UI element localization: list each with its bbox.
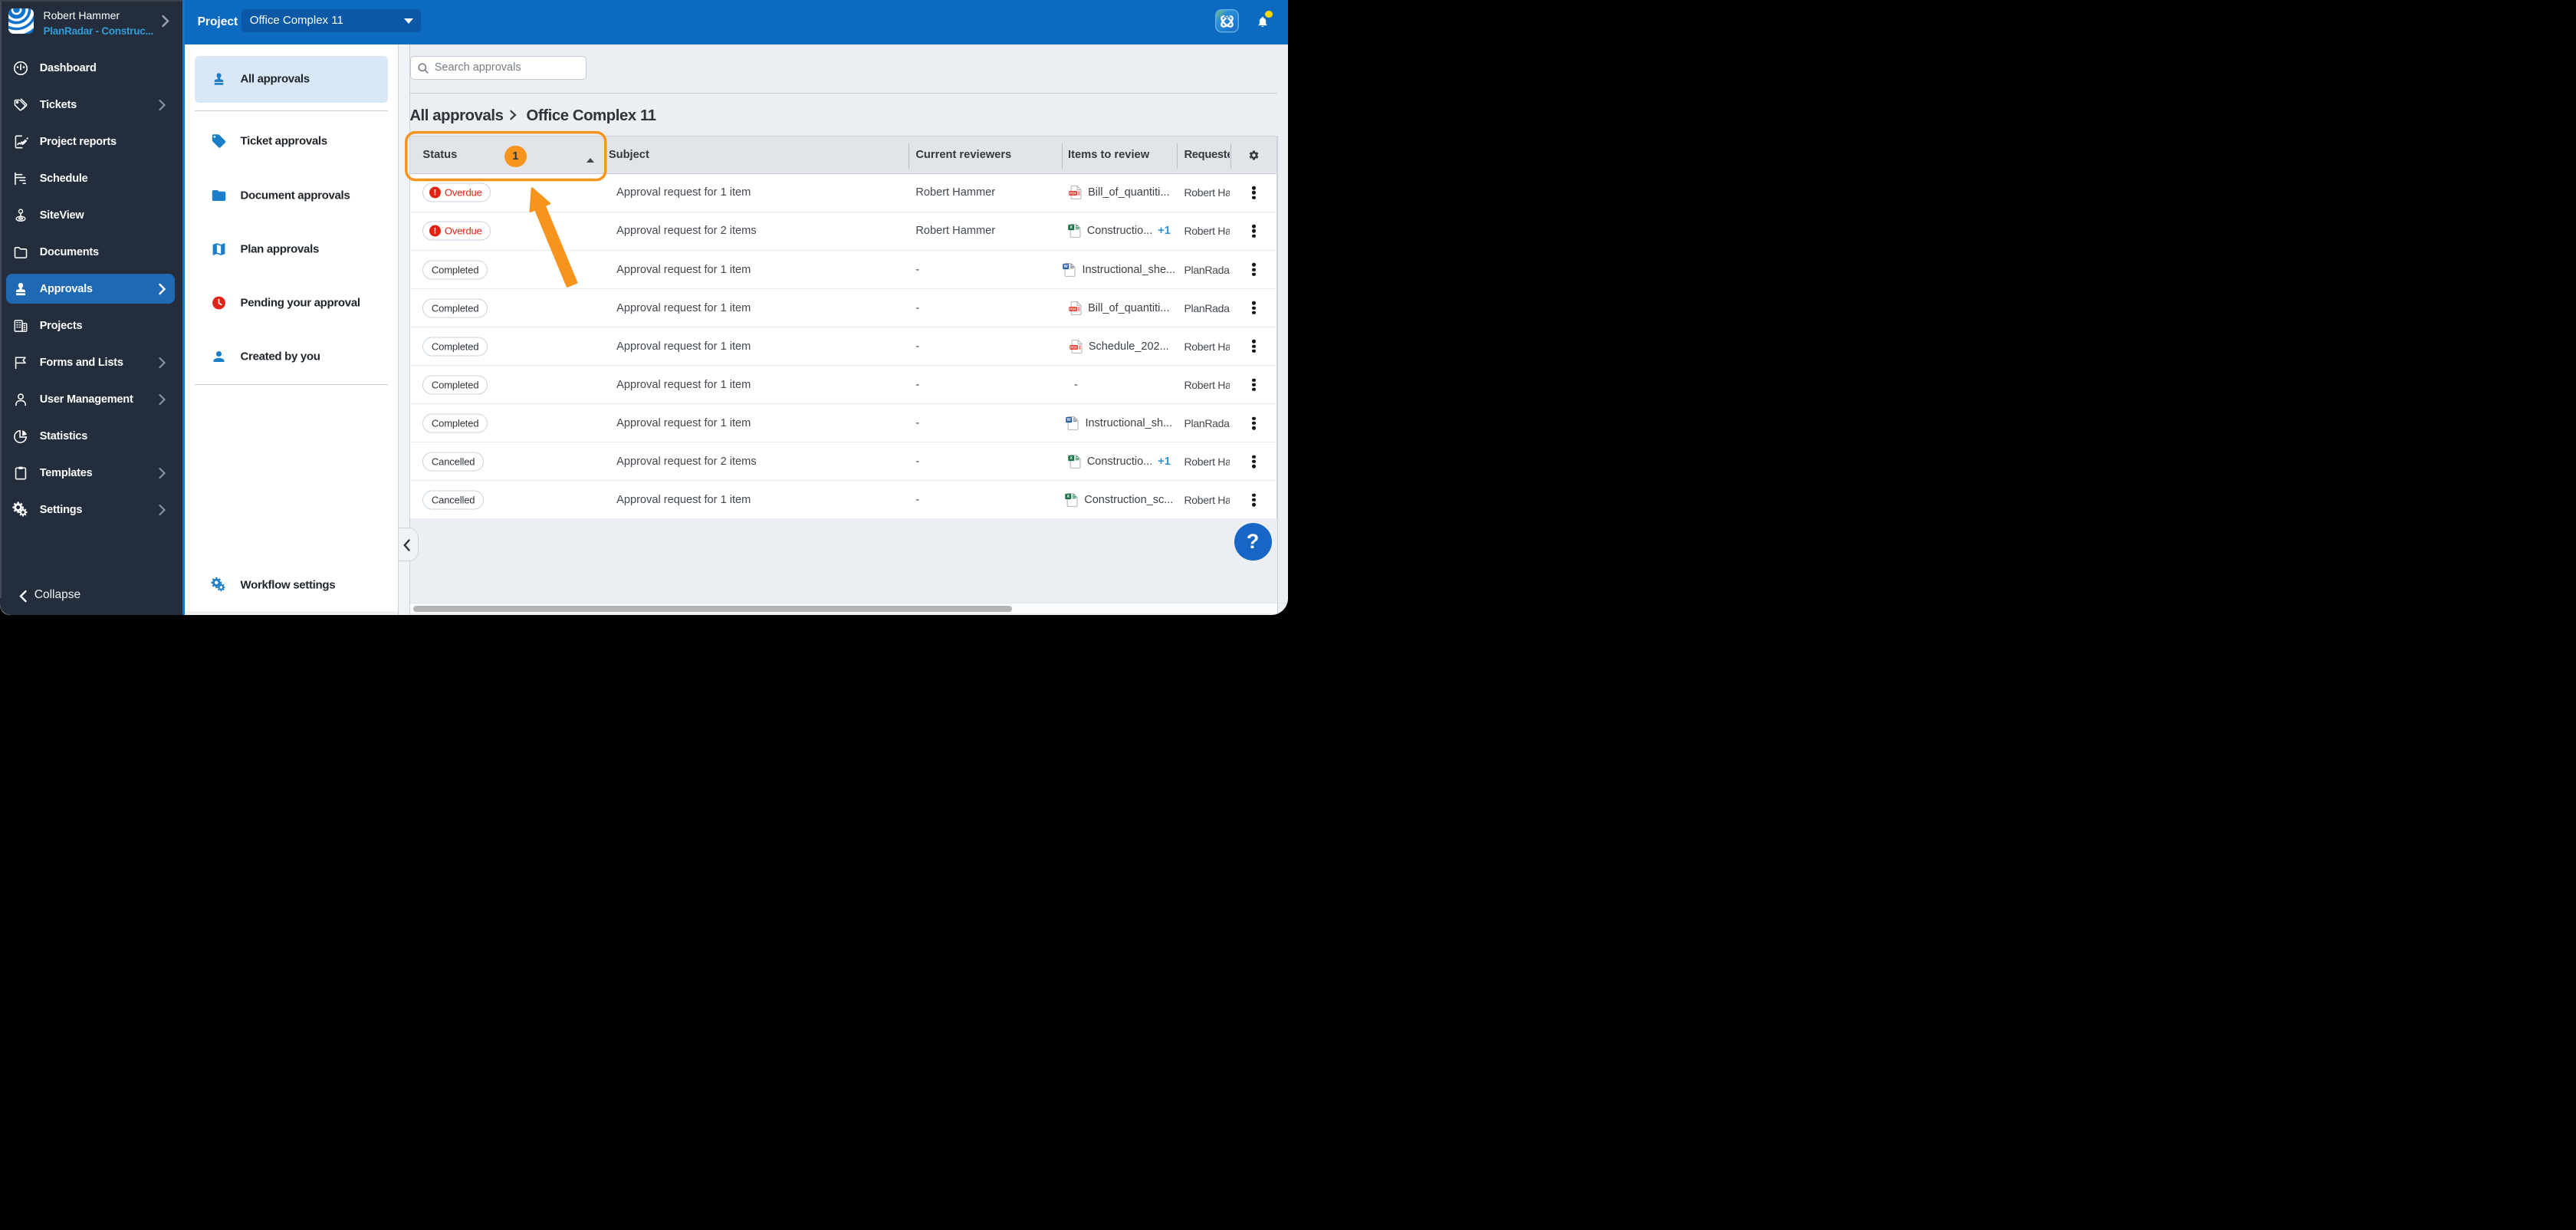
svg-text:W: W	[1067, 418, 1072, 423]
svg-text:X: X	[1070, 226, 1073, 231]
svg-text:PDF: PDF	[1070, 307, 1076, 311]
svg-text:W: W	[1064, 265, 1069, 269]
svg-text:PDF: PDF	[1070, 192, 1076, 196]
svg-text:X: X	[1070, 456, 1073, 461]
svg-text:PDF: PDF	[1070, 345, 1077, 349]
svg-text:X: X	[1067, 495, 1070, 499]
